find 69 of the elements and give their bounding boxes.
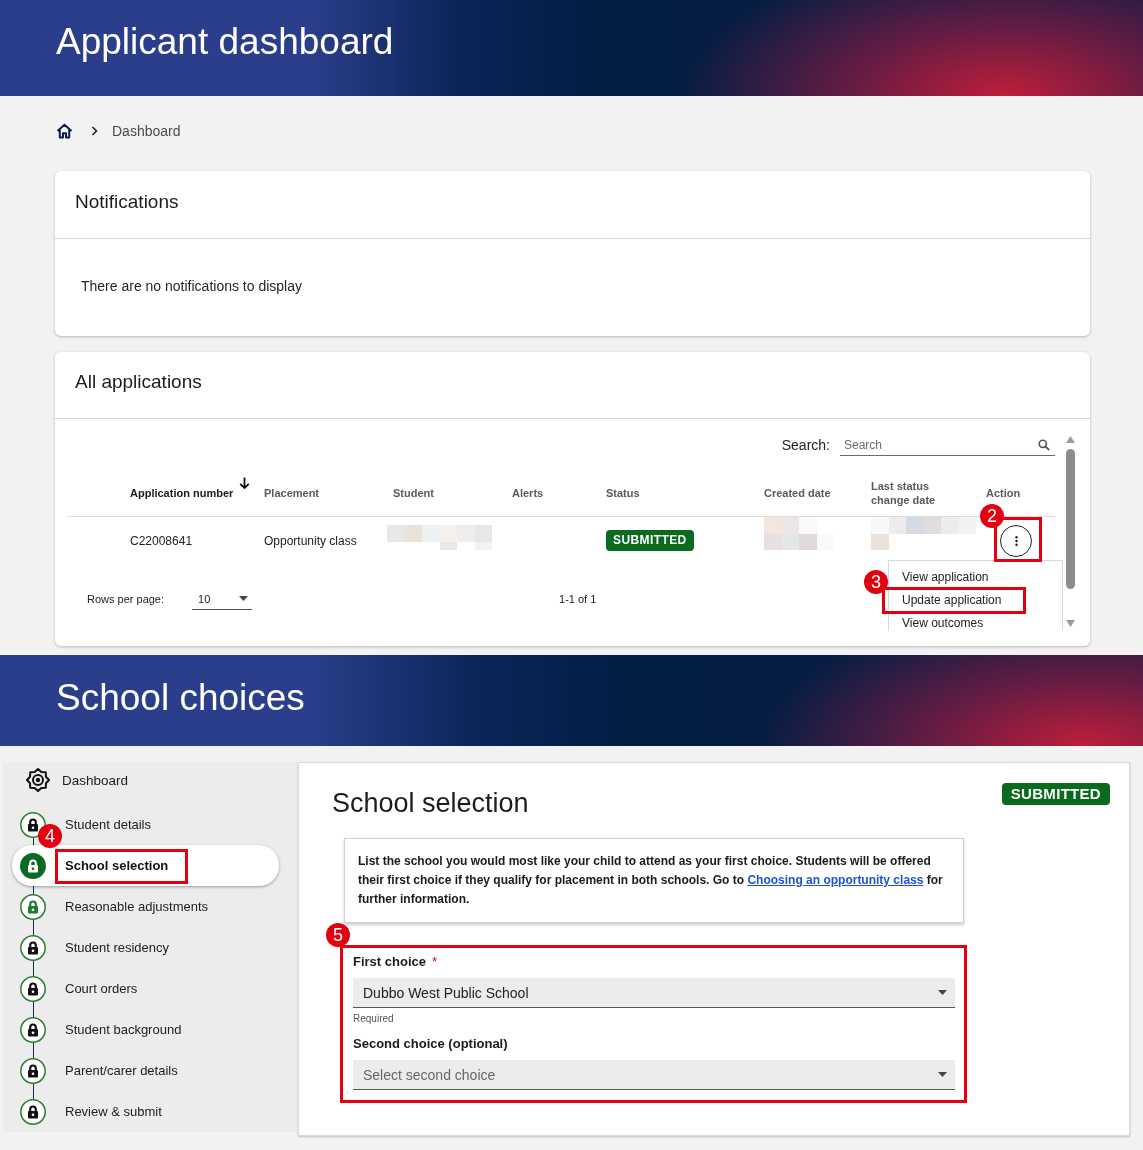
scroll-down-arrow-icon[interactable] — [1066, 620, 1075, 627]
helper-text: Required — [353, 1013, 394, 1025]
field-label: First choice — [353, 954, 426, 970]
home-icon[interactable] — [56, 123, 73, 139]
gear-icon — [26, 768, 50, 792]
column-header[interactable]: Created date — [764, 485, 831, 500]
menu-item[interactable]: View outcomes — [889, 614, 1062, 631]
field-label: Second choice (optional) — [353, 1036, 508, 1052]
page-title: Applicant dashboard — [56, 21, 394, 63]
table-cell: Opportunity class — [264, 533, 357, 548]
callout-marker: 4 — [38, 824, 62, 848]
breadcrumb-link[interactable]: Dashboard — [112, 123, 181, 139]
page-title: School choices — [56, 678, 305, 719]
arrow-down-icon[interactable] — [239, 477, 250, 489]
callout-marker: 2 — [980, 503, 1004, 528]
lock-icon — [20, 1057, 46, 1084]
rows-per-page-select[interactable]: 10 — [192, 588, 253, 610]
column-header[interactable]: Last status change date — [871, 478, 939, 507]
column-header[interactable]: Action — [986, 485, 1021, 500]
callout-marker: 3 — [864, 569, 888, 594]
dashboard-link[interactable]: Dashboard — [26, 768, 129, 792]
column-header[interactable]: Alerts — [512, 485, 544, 500]
empty-message: There are no notifications to display — [81, 278, 302, 294]
search-label: Search: — [781, 437, 830, 453]
table-cell: C22008641 — [130, 533, 193, 548]
info-link[interactable]: Choosing an opportunity class — [747, 873, 924, 887]
dropdown-field[interactable]: Dubbo West Public School — [353, 978, 955, 1008]
step-link[interactable]: Court orders — [65, 980, 138, 997]
status-badge: SUBMITTED — [1001, 783, 1110, 805]
menu-item[interactable]: View application — [889, 568, 1062, 586]
lock-icon — [20, 1098, 46, 1125]
step-link[interactable]: Reasonable adjustments — [65, 898, 209, 915]
required-marker: * — [431, 954, 438, 970]
dropdown-field[interactable]: Select second choice — [353, 1060, 955, 1090]
rows-per-page-label: Rows per page: — [87, 593, 165, 605]
lock-icon — [20, 975, 46, 1002]
scroll-up-arrow-icon[interactable] — [1066, 436, 1075, 443]
step-link[interactable]: Student details — [65, 816, 151, 833]
column-header[interactable]: Status — [606, 485, 640, 500]
step-link[interactable]: Student background — [65, 1021, 182, 1038]
lock-icon — [20, 893, 46, 920]
column-header[interactable]: Student — [393, 485, 434, 500]
more-actions-button[interactable] — [1000, 524, 1032, 557]
caret-down-icon — [239, 596, 249, 601]
card-title: All applications — [75, 371, 202, 393]
step-link[interactable]: Student residency — [65, 939, 170, 956]
lock-icon — [20, 934, 46, 961]
step-link[interactable]: School selection — [65, 857, 169, 874]
lock-icon — [20, 852, 46, 879]
chevron-right-icon — [91, 126, 98, 136]
caret-down-icon — [938, 1072, 947, 1077]
pagination-range: 1-1 of 1 — [559, 593, 597, 605]
step-link[interactable]: Parent/carer details — [65, 1062, 178, 1079]
column-header[interactable]: Placement — [264, 485, 320, 500]
card-title: Notifications — [75, 190, 179, 213]
column-header[interactable]: Application number — [130, 485, 234, 500]
scrollbar-thumb[interactable] — [1066, 449, 1075, 589]
callout-marker: 5 — [326, 923, 350, 947]
menu-item[interactable]: Update application — [889, 591, 1062, 609]
search-icon — [1038, 438, 1050, 451]
lock-icon — [20, 1016, 46, 1043]
search-input[interactable]: Search — [844, 436, 1038, 453]
caret-down-icon — [938, 990, 947, 995]
info-text: List the school you would most like your child to attend as your first choice. Students will be offered their first choice if they qualify for placement in both schools. Go to Choosing an opportunity class for further information. — [358, 853, 944, 908]
vertical-dots-icon — [1014, 535, 1018, 546]
step-link[interactable]: Review & submit — [65, 1103, 162, 1120]
section-title: School selection — [332, 787, 529, 819]
search-field[interactable]: Search — [840, 434, 1055, 456]
status-badge: SUBMITTED — [606, 530, 694, 551]
